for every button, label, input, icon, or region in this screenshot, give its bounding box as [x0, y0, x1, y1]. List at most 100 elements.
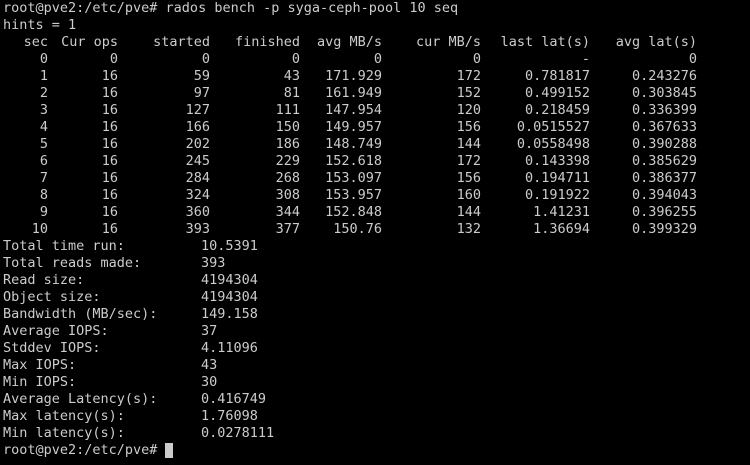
table-row: 3 16 127 111 147.954 120 0.218459 0.336399 [3, 102, 750, 119]
summary-row: Max latency(s): 1.76098 [3, 408, 750, 425]
header-last-lat: last lat(s) [500, 34, 590, 50]
summary-label: Max IOPS: [3, 357, 77, 373]
summary-label: Min latency(s): [3, 425, 125, 441]
cell-last-lat: 1.36694 [533, 221, 590, 237]
summary-row: Read size: 4194304 [3, 272, 750, 289]
cell-finished: 268 [275, 170, 300, 186]
cell-started: 284 [185, 170, 210, 186]
terminal-cursor [165, 443, 174, 458]
table-row: 10 16 393 377 150.76 132 1.36694 0.399329 [3, 221, 750, 238]
cell-last-lat: - [581, 51, 590, 67]
cell-cur-mbs: 172 [456, 153, 481, 169]
cell-avg-mbs: 0 [373, 51, 382, 67]
summary-value: 149.158 [201, 306, 258, 322]
terminal-window[interactable]: root@pve2:/etc/pve# rados bench -p syga-… [0, 0, 750, 465]
cell-finished: 43 [283, 68, 300, 84]
cell-avg-lat: 0.243276 [631, 68, 697, 84]
cell-cur-ops: 16 [101, 153, 118, 169]
summary-value: 43 [201, 357, 218, 373]
cell-sec: 2 [39, 85, 48, 101]
cell-started: 324 [185, 187, 210, 203]
cell-finished: 377 [275, 221, 300, 237]
summary-value: 30 [201, 374, 218, 390]
cell-last-lat: 0.781817 [524, 68, 590, 84]
cell-started: 59 [193, 68, 210, 84]
summary-label: Object size: [3, 289, 101, 305]
cell-finished: 111 [275, 102, 300, 118]
table-row: 0 0 0 0 0 0 - 0 [3, 51, 750, 68]
final-prompt-line[interactable]: root@pve2:/etc/pve# [3, 442, 750, 459]
cell-last-lat: 0.0515527 [516, 119, 590, 135]
cell-avg-mbs: 148.749 [325, 136, 382, 152]
cell-cur-mbs: 152 [456, 85, 481, 101]
final-prompt: root@pve2:/etc/pve# [3, 442, 158, 458]
cell-avg-mbs: 161.949 [325, 85, 382, 101]
cell-avg-lat: 0.336399 [631, 102, 697, 118]
cell-finished: 186 [275, 136, 300, 152]
cell-avg-mbs: 147.954 [325, 102, 382, 118]
cell-last-lat: 0.194711 [524, 170, 590, 186]
table-row: 8 16 324 308 153.957 160 0.191922 0.394043 [3, 187, 750, 204]
cell-started: 166 [185, 119, 210, 135]
summary-row: Min latency(s): 0.0278111 [3, 425, 750, 442]
summary-value: 4194304 [201, 289, 258, 305]
cell-finished: 308 [275, 187, 300, 203]
table-row: 4 16 166 150 149.957 156 0.0515527 0.367633 [3, 119, 750, 136]
cell-last-lat: 0.218459 [524, 102, 590, 118]
table-row: 7 16 284 268 153.097 156 0.194711 0.386377 [3, 170, 750, 187]
table-row: 6 16 245 229 152.618 172 0.143398 0.385629 [3, 153, 750, 170]
cell-cur-ops: 16 [101, 68, 118, 84]
cell-cur-ops: 16 [101, 170, 118, 186]
cell-sec: 4 [39, 119, 48, 135]
cell-cur-ops: 16 [101, 221, 118, 237]
cell-sec: 0 [39, 51, 48, 67]
cell-avg-lat: 0.385629 [631, 153, 697, 169]
summary-value: 4194304 [201, 272, 258, 288]
cell-cur-ops: 16 [101, 85, 118, 101]
cell-cur-mbs: 156 [456, 119, 481, 135]
summary-row: Bandwidth (MB/sec): 149.158 [3, 306, 750, 323]
bench-table-header: sec Cur ops started finished avg MB/s cu… [3, 34, 750, 51]
cell-cur-mbs: 156 [456, 170, 481, 186]
cell-started: 393 [185, 221, 210, 237]
header-avg-lat: avg lat(s) [615, 34, 697, 50]
cell-cur-mbs: 144 [456, 204, 481, 220]
cell-avg-lat: 0.394043 [631, 187, 697, 203]
summary-block: Total time run: 10.5391 Total reads made: 3… [3, 238, 750, 442]
cell-started: 0 [201, 51, 210, 67]
cell-finished: 150 [275, 119, 300, 135]
summary-label: Stddev IOPS: [3, 340, 101, 356]
summary-row: Average IOPS: 37 [3, 323, 750, 340]
cell-started: 97 [193, 85, 210, 101]
cell-started: 360 [185, 204, 210, 220]
cell-avg-lat: 0 [688, 51, 697, 67]
cell-last-lat: 0.0558498 [516, 136, 590, 152]
cell-cur-ops: 16 [101, 119, 118, 135]
summary-row: Total reads made: 393 [3, 255, 750, 272]
summary-value: 10.5391 [201, 238, 258, 254]
command-line: root@pve2:/etc/pve# rados bench -p syga-… [3, 0, 459, 16]
header-finished: finished [234, 34, 300, 50]
summary-label: Average IOPS: [3, 323, 109, 339]
cell-sec: 10 [31, 221, 48, 237]
cell-sec: 9 [39, 204, 48, 220]
summary-row: Stddev IOPS: 4.11096 [3, 340, 750, 357]
cell-cur-mbs: 132 [456, 221, 481, 237]
cell-finished: 229 [275, 153, 300, 169]
cell-avg-mbs: 152.848 [325, 204, 382, 220]
cell-cur-mbs: 120 [456, 102, 481, 118]
summary-value: 4.11096 [201, 340, 258, 356]
cell-avg-lat: 0.367633 [631, 119, 697, 135]
cell-avg-mbs: 171.929 [325, 68, 382, 84]
cell-avg-lat: 0.390288 [631, 136, 697, 152]
cell-last-lat: 1.41231 [533, 204, 590, 220]
header-sec: sec [23, 34, 48, 50]
summary-label: Read size: [3, 272, 85, 288]
summary-label: Bandwidth (MB/sec): [3, 306, 158, 322]
header-cur-ops: Cur ops [61, 34, 118, 50]
cell-avg-mbs: 153.097 [325, 170, 382, 186]
cell-cur-ops: 16 [101, 102, 118, 118]
summary-label: Total time run: [3, 238, 125, 254]
cell-started: 202 [185, 136, 210, 152]
cell-avg-lat: 0.396255 [631, 204, 697, 220]
